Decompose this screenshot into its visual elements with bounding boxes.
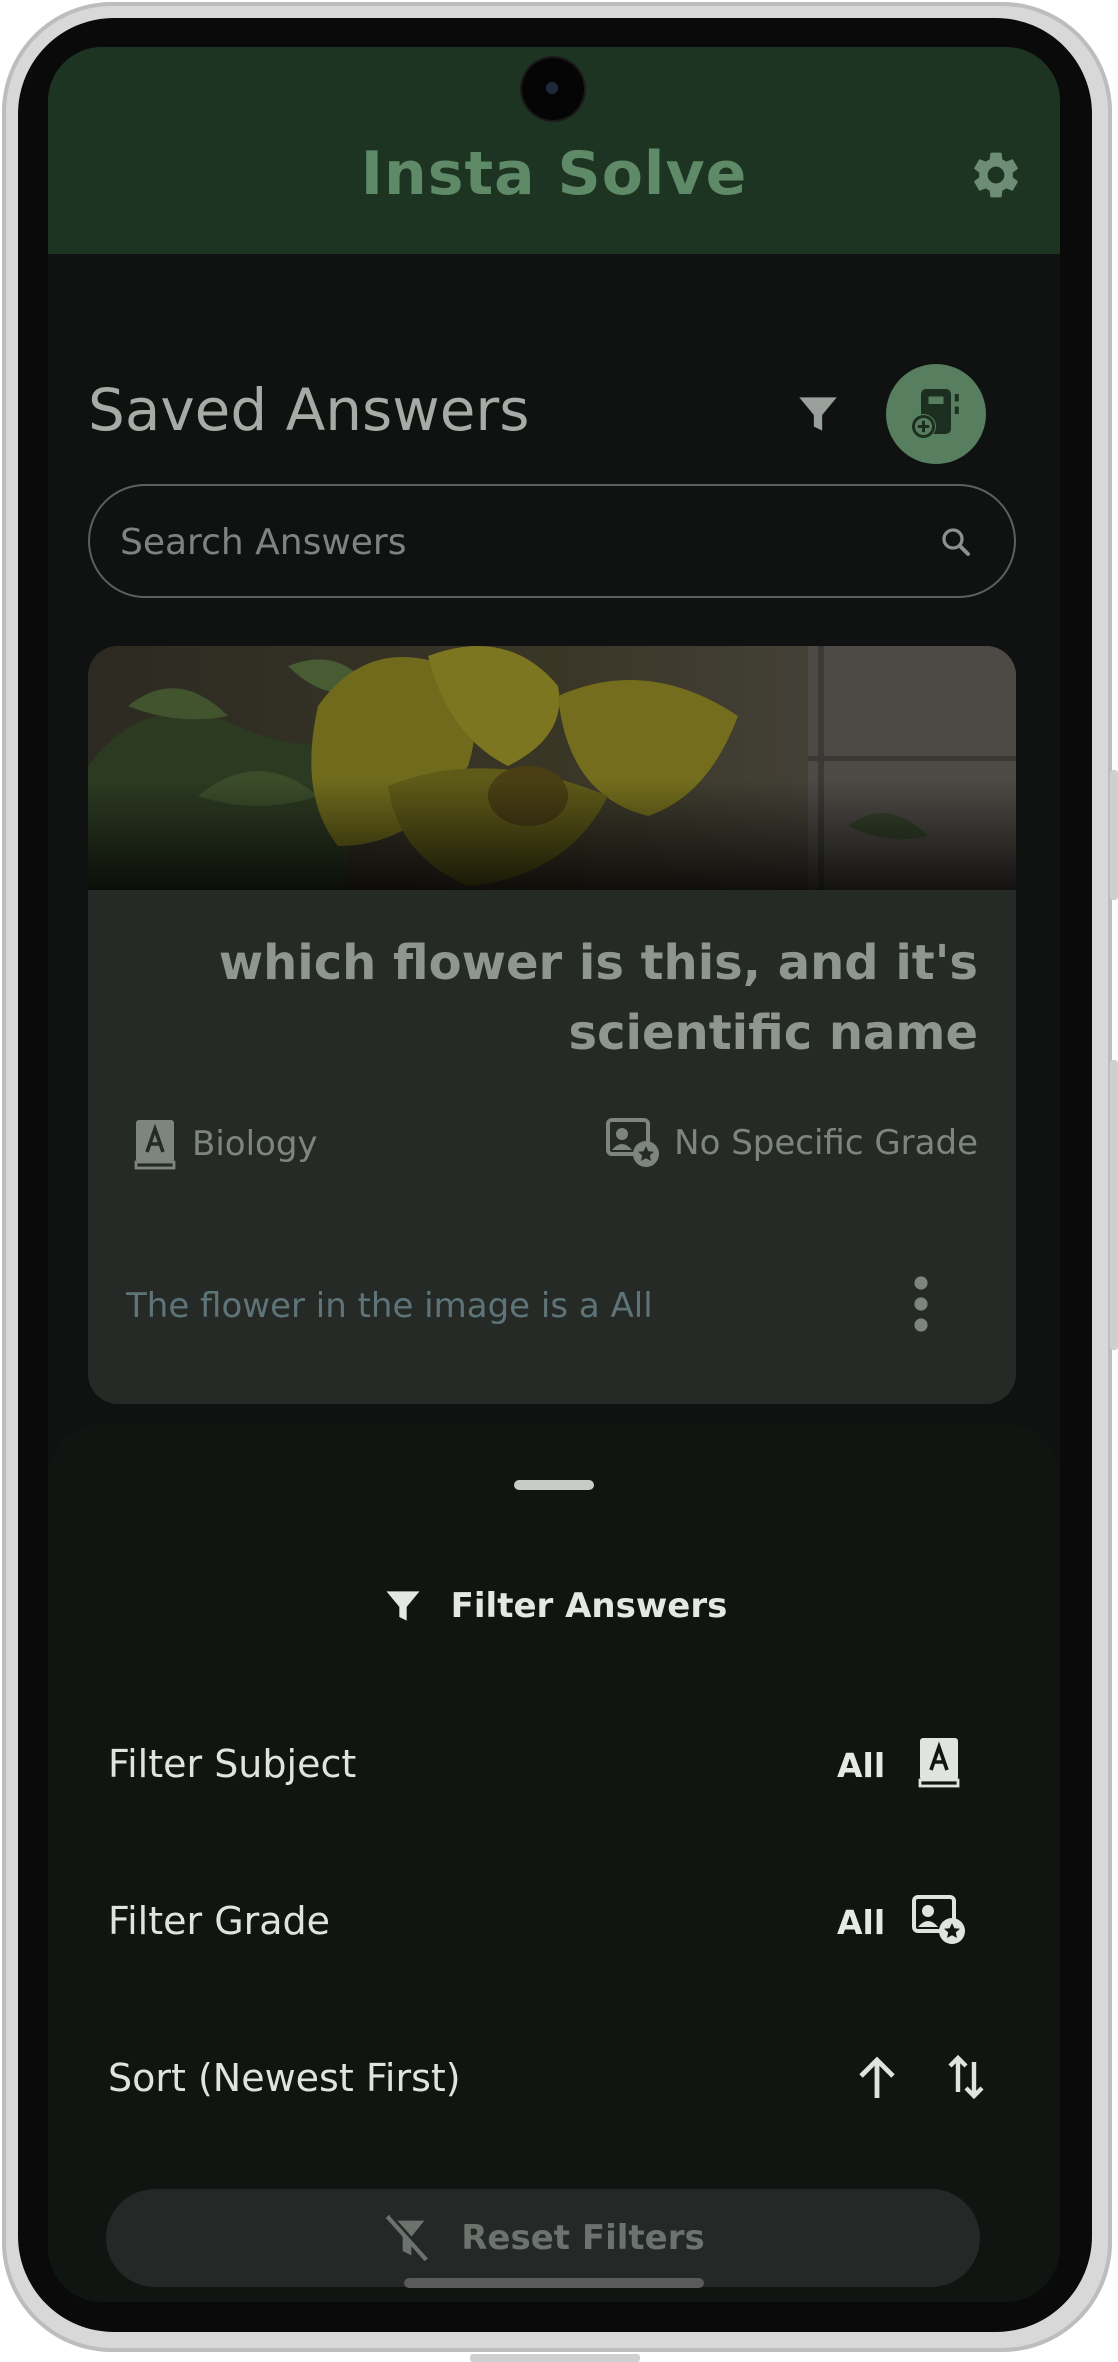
sheet-title-label: Filter Answers	[450, 1586, 728, 1626]
more-vertical-icon[interactable]	[906, 1274, 936, 1334]
sort-label: Sort (Newest First)	[108, 2056, 461, 2100]
answer-question: which flower is this, and it's scientifi…	[218, 935, 978, 1061]
subject-book-icon	[134, 1120, 176, 1170]
add-note-icon	[911, 389, 959, 439]
search-bar	[88, 484, 1016, 598]
saved-answers-page: Saved Answers Search Answers which flowe…	[48, 254, 1060, 2302]
subject-book-icon	[918, 1738, 960, 1788]
volume-button	[1110, 770, 1118, 900]
arrow-up-icon[interactable]	[855, 2054, 899, 2102]
home-indicator[interactable]	[404, 2278, 704, 2288]
answer-image	[88, 646, 1016, 890]
answer-subject: Biology	[134, 1118, 318, 1170]
search-icon[interactable]	[938, 524, 974, 560]
filter-grade-value: All	[837, 1903, 886, 1942]
gear-icon[interactable]	[968, 147, 1024, 203]
filter-grade-row[interactable]: Filter Grade All	[108, 1871, 1008, 1971]
reset-filters-button[interactable]: Reset Filters	[106, 2189, 980, 2287]
grade-badge-icon	[912, 1895, 965, 1944]
filter-subject-row[interactable]: Filter Subject All	[108, 1714, 1008, 1814]
drag-handle[interactable]	[514, 1480, 594, 1490]
grade-badge-icon	[606, 1118, 660, 1167]
app-screen: Insta Solve Saved Answers Search Answers…	[48, 47, 1060, 2302]
filter-bottom-sheet: Filter Answers Filter Subject All Filter…	[48, 1424, 1060, 2302]
power-button	[1110, 1060, 1118, 1350]
answer-subject-label: Biology	[192, 1124, 318, 1164]
add-answer-button[interactable]	[886, 364, 986, 464]
filter-subject-value: All	[837, 1746, 886, 1785]
reset-filters-label: Reset Filters	[461, 2218, 705, 2258]
filter-icon[interactable]	[793, 389, 843, 439]
answer-grade: No Specific Grade	[606, 1118, 978, 1168]
answer-preview: The flower in the image is a All	[126, 1286, 653, 1326]
front-camera	[522, 58, 584, 120]
filter-grade-label: Filter Grade	[108, 1899, 331, 1943]
app-bar: Insta Solve	[48, 47, 1060, 254]
filter-icon	[386, 1591, 420, 1621]
search-input[interactable]	[118, 486, 922, 598]
filter-subject-label: Filter Subject	[108, 1742, 357, 1786]
answer-grade-label: No Specific Grade	[674, 1123, 978, 1163]
device-bottom-edge	[470, 2354, 640, 2362]
filter-off-icon	[385, 2214, 431, 2262]
sort-icon[interactable]	[946, 2052, 986, 2102]
app-title: Insta Solve	[360, 139, 748, 209]
page-title: Saved Answers	[88, 376, 530, 444]
answer-card[interactable]: which flower is this, and it's scientifi…	[88, 646, 1016, 1404]
sheet-title: Filter Answers	[48, 1584, 1060, 1628]
sort-row[interactable]: Sort (Newest First)	[108, 2028, 1008, 2128]
